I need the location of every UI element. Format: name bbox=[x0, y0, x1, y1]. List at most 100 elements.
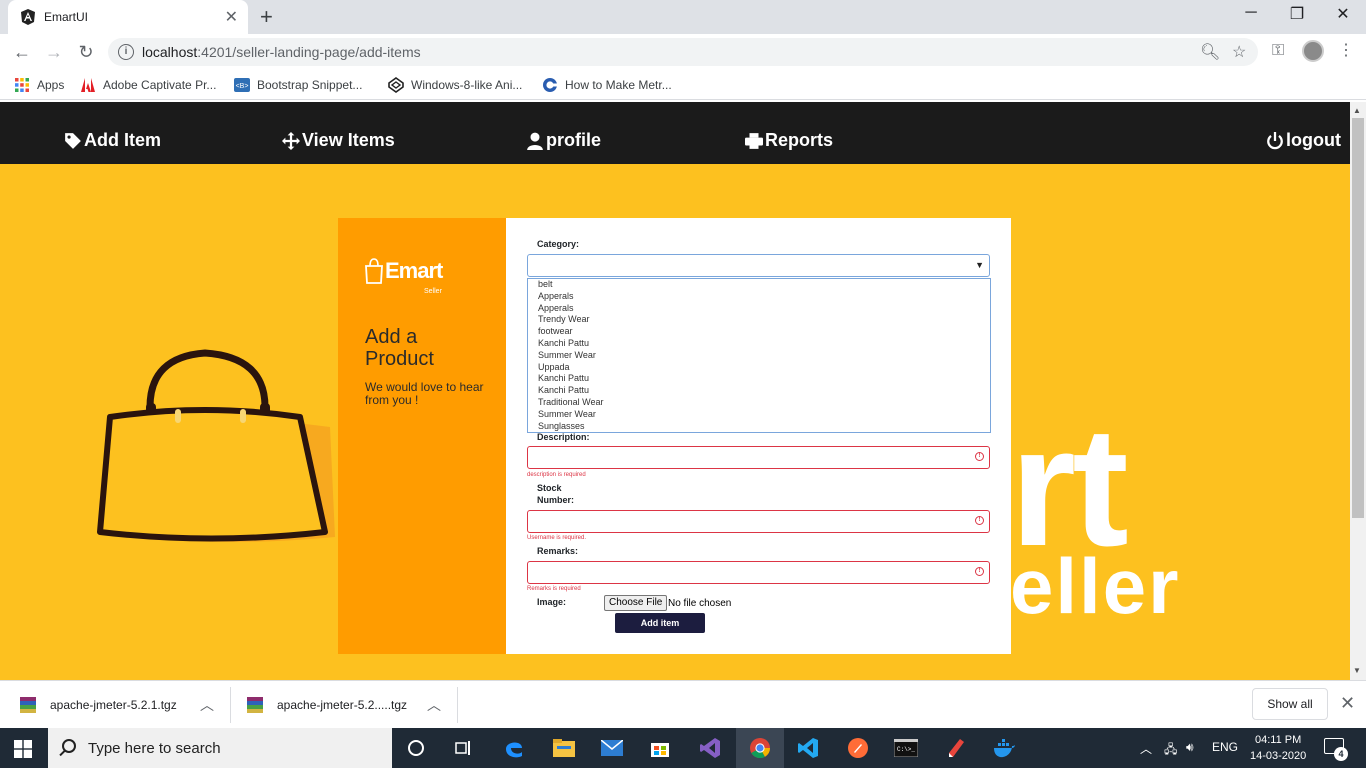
system-clock[interactable]: 04:11 PM 14-03-2020 bbox=[1250, 732, 1306, 764]
avatar[interactable] bbox=[1302, 40, 1324, 62]
category-option[interactable]: Trendy Wear bbox=[528, 314, 990, 326]
category-option[interactable]: Sunglasses bbox=[528, 421, 990, 432]
divider bbox=[457, 687, 458, 723]
nav-logout-label: logout bbox=[1286, 130, 1341, 150]
archive-icon bbox=[20, 697, 36, 713]
codepen-icon bbox=[388, 77, 404, 93]
browser-toolbar: ← → ↻ i localhost:4201/seller-landing-pa… bbox=[0, 34, 1366, 70]
store-icon[interactable] bbox=[646, 734, 674, 762]
window-close-icon[interactable]: ✕ bbox=[1320, 4, 1366, 24]
visual-studio-icon[interactable] bbox=[696, 734, 724, 762]
task-view-icon[interactable] bbox=[450, 734, 478, 762]
site-info-icon[interactable]: i bbox=[118, 44, 134, 60]
tab-close-icon[interactable]: ✕ bbox=[225, 7, 238, 27]
brand-name: Emart bbox=[385, 258, 443, 283]
minimize-icon[interactable]: ─ bbox=[1228, 4, 1274, 22]
error-icon: ! bbox=[975, 516, 984, 525]
nav-logout[interactable]: logout bbox=[1266, 130, 1341, 151]
chevron-up-icon[interactable]: ︿ bbox=[1140, 740, 1152, 757]
file-explorer-icon[interactable] bbox=[550, 734, 578, 762]
category-option[interactable]: Traditional Wear bbox=[528, 397, 990, 409]
download-filename: apache-jmeter-5.2.1.tgz bbox=[50, 698, 177, 712]
site-icon bbox=[543, 78, 557, 92]
back-icon[interactable]: ← bbox=[10, 40, 34, 64]
bookmark-star-icon[interactable]: ☆ bbox=[1232, 42, 1246, 62]
menu-icon[interactable]: ⋮ bbox=[1338, 40, 1354, 60]
scroll-up-icon[interactable]: ▲ bbox=[1353, 106, 1361, 115]
svg-text:<B>: <B> bbox=[236, 83, 249, 90]
download-item[interactable]: apache-jmeter-5.2.....tgz bbox=[247, 681, 407, 729]
page-viewport: Add Item View Items profile Reports logo… bbox=[0, 102, 1350, 680]
chrome-icon[interactable] bbox=[746, 734, 774, 762]
chevron-up-icon[interactable]: ︿ bbox=[427, 695, 441, 715]
bookmark-adobe[interactable]: Adobe Captivate Pr... bbox=[80, 77, 216, 93]
category-option[interactable]: Summer Wear bbox=[528, 350, 990, 362]
volume-icon[interactable]: 🔊︎ bbox=[1186, 740, 1194, 755]
forward-icon[interactable]: → bbox=[42, 40, 66, 64]
category-select[interactable]: ▼ bbox=[527, 254, 990, 277]
docker-icon[interactable] bbox=[990, 734, 1018, 762]
card-side-panel: Emart Seller Add a Product We would love… bbox=[338, 218, 506, 654]
archive-icon bbox=[247, 697, 263, 713]
dropdown-arrow-icon: ▼ bbox=[975, 260, 984, 270]
tab-title: EmartUI bbox=[44, 10, 89, 24]
angular-icon bbox=[21, 9, 35, 25]
stock-number-input[interactable]: ! bbox=[527, 510, 990, 533]
reload-icon[interactable]: ↻ bbox=[74, 40, 98, 64]
show-all-button[interactable]: Show all bbox=[1252, 688, 1328, 720]
mail-icon[interactable] bbox=[598, 734, 626, 762]
category-option[interactable]: Apperals bbox=[528, 303, 990, 315]
windows-start-icon[interactable] bbox=[14, 740, 32, 758]
browser-tab[interactable]: EmartUI ✕ bbox=[8, 0, 248, 34]
download-item[interactable]: apache-jmeter-5.2.1.tgz bbox=[20, 681, 177, 729]
scroll-down-icon[interactable]: ▼ bbox=[1353, 666, 1361, 675]
category-option[interactable]: belt bbox=[528, 279, 990, 291]
remarks-input[interactable]: ! bbox=[527, 561, 990, 584]
terminal-icon[interactable]: C:\>_ bbox=[892, 734, 920, 762]
pen-app-icon[interactable] bbox=[942, 734, 970, 762]
nav-profile[interactable]: profile bbox=[526, 130, 601, 151]
category-option[interactable]: Kanchi Pattu bbox=[528, 338, 990, 350]
category-dropdown-list[interactable]: belt Apperals Apperals Trendy Wear footw… bbox=[527, 278, 991, 433]
close-icon[interactable]: ✕ bbox=[1340, 693, 1355, 714]
address-bar[interactable]: i localhost:4201/seller-landing-page/add… bbox=[108, 38, 1258, 66]
taskbar-search[interactable]: Type here to search bbox=[48, 728, 392, 768]
category-option[interactable]: Kanchi Pattu bbox=[528, 373, 990, 385]
cortana-icon[interactable] bbox=[402, 734, 430, 762]
bookmark-bootstrap[interactable]: <B> Bootstrap Snippet... bbox=[234, 77, 362, 93]
bookmark-metro[interactable]: How to Make Metr... bbox=[542, 77, 672, 93]
zoom-icon[interactable]: 🔍︎ bbox=[1200, 42, 1220, 62]
bookmark-apps[interactable]: Apps bbox=[14, 77, 64, 93]
vscode-icon[interactable] bbox=[794, 734, 822, 762]
downloads-bar: apache-jmeter-5.2.1.tgz ︿ apache-jmeter-… bbox=[0, 680, 1366, 728]
description-input[interactable]: ! bbox=[527, 446, 990, 469]
key-icon[interactable]: ⚿ bbox=[1272, 42, 1284, 60]
postman-icon[interactable] bbox=[844, 734, 872, 762]
nav-add-item[interactable]: Add Item bbox=[64, 130, 161, 151]
chevron-up-icon[interactable]: ︿ bbox=[200, 695, 214, 715]
scroll-thumb[interactable] bbox=[1352, 118, 1364, 518]
shopping-bag-illustration bbox=[97, 349, 335, 542]
bookmark-label: Windows-8-like Ani... bbox=[411, 78, 523, 92]
language-indicator[interactable]: ENG bbox=[1212, 740, 1238, 754]
category-option[interactable]: Summer Wear bbox=[528, 409, 990, 421]
network-icon[interactable]: 🖧︎ bbox=[1164, 740, 1177, 761]
tag-icon bbox=[65, 132, 81, 149]
edge-icon[interactable] bbox=[500, 734, 528, 762]
bookmark-codepen[interactable]: Windows-8-like Ani... bbox=[388, 77, 522, 93]
nav-reports[interactable]: Reports bbox=[745, 130, 833, 151]
notification-badge: 4 bbox=[1334, 747, 1348, 761]
new-tab-icon[interactable]: + bbox=[260, 4, 273, 30]
nav-view-items[interactable]: View Items bbox=[282, 130, 395, 151]
category-option[interactable]: footwear bbox=[528, 326, 990, 338]
category-option[interactable]: Apperals bbox=[528, 291, 990, 303]
maximize-icon[interactable]: ❐ bbox=[1274, 4, 1320, 24]
background-seller-text: eller bbox=[1010, 542, 1181, 630]
category-option[interactable]: Uppada bbox=[528, 362, 990, 374]
add-item-button[interactable]: Add item bbox=[615, 613, 705, 633]
choose-file-button[interactable]: Choose File bbox=[604, 595, 668, 611]
category-option[interactable]: Kanchi Pattu bbox=[528, 385, 990, 397]
page-scrollbar[interactable]: ▲ ▼ bbox=[1350, 102, 1366, 680]
adobe-icon bbox=[81, 78, 95, 92]
browser-tab-strip: EmartUI ✕ + ─ ❐ ✕ bbox=[0, 0, 1366, 34]
